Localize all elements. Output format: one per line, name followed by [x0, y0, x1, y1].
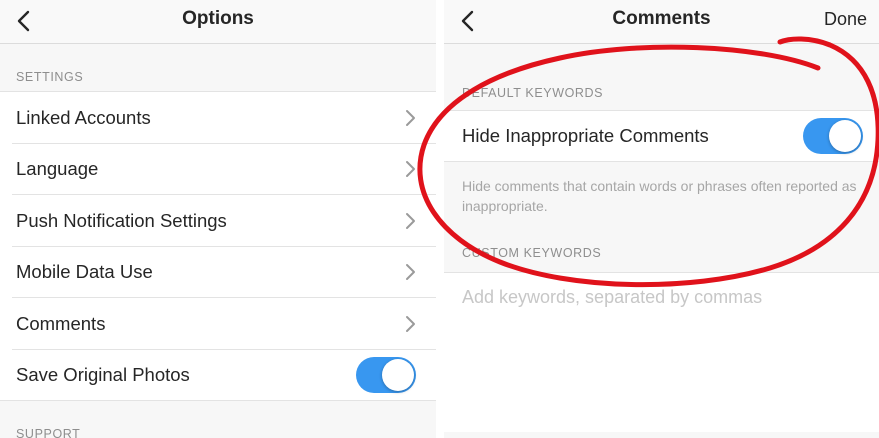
default-keywords-header: DEFAULT KEYWORDS: [462, 86, 604, 100]
save-original-photos-toggle[interactable]: [356, 357, 416, 394]
chevron-right-icon: [406, 264, 415, 281]
comments-row[interactable]: Comments: [0, 298, 436, 350]
settings-section-header: SETTINGS: [16, 70, 84, 84]
row-label: Push Notification Settings: [16, 209, 227, 231]
options-screen: Options SETTINGS Linked Accounts Languag…: [0, 0, 436, 438]
mobile-data-use-row[interactable]: Mobile Data Use: [0, 246, 436, 298]
toggle-knob: [382, 359, 414, 392]
row-label: Language: [16, 158, 99, 180]
language-row[interactable]: Language: [0, 143, 436, 195]
options-nav-bar: Options: [0, 0, 436, 44]
comments-screen: Comments Done DEFAULT KEYWORDS Hide Inap…: [444, 0, 879, 438]
custom-keywords-input[interactable]: [444, 273, 879, 322]
chevron-right-icon: [406, 109, 415, 126]
hide-inappropriate-comments-toggle[interactable]: [803, 118, 863, 154]
page-title: Options: [182, 8, 254, 29]
chevron-right-icon: [406, 212, 415, 229]
row-label: Comments: [16, 312, 106, 334]
linked-accounts-row[interactable]: Linked Accounts: [0, 92, 436, 144]
chevron-right-icon: [406, 315, 415, 332]
custom-keywords-header: CUSTOM KEYWORDS: [462, 246, 602, 260]
row-label: Save Original Photos: [16, 364, 190, 386]
page-title: Comments: [612, 8, 711, 29]
toggle-knob: [829, 120, 861, 152]
support-section-header: SUPPORT: [16, 427, 81, 438]
row-label: Hide Inappropriate Comments: [462, 125, 709, 146]
chevron-right-icon: [406, 161, 415, 178]
comments-nav-bar: Comments Done: [444, 0, 879, 44]
custom-keywords-field-wrap: [444, 272, 879, 432]
save-original-photos-row: Save Original Photos: [0, 349, 436, 401]
push-notification-settings-row[interactable]: Push Notification Settings: [0, 195, 436, 247]
settings-list: Linked Accounts Language Push Notificati…: [0, 91, 436, 401]
default-keywords-list: Hide Inappropriate Comments: [444, 110, 879, 162]
row-label: Linked Accounts: [16, 106, 151, 128]
hide-inappropriate-comments-row: Hide Inappropriate Comments: [444, 111, 879, 161]
done-button[interactable]: Done: [824, 0, 867, 44]
hide-comments-description: Hide comments that contain words or phra…: [462, 178, 857, 214]
panel-divider: [436, 0, 444, 438]
row-label: Mobile Data Use: [16, 261, 153, 283]
